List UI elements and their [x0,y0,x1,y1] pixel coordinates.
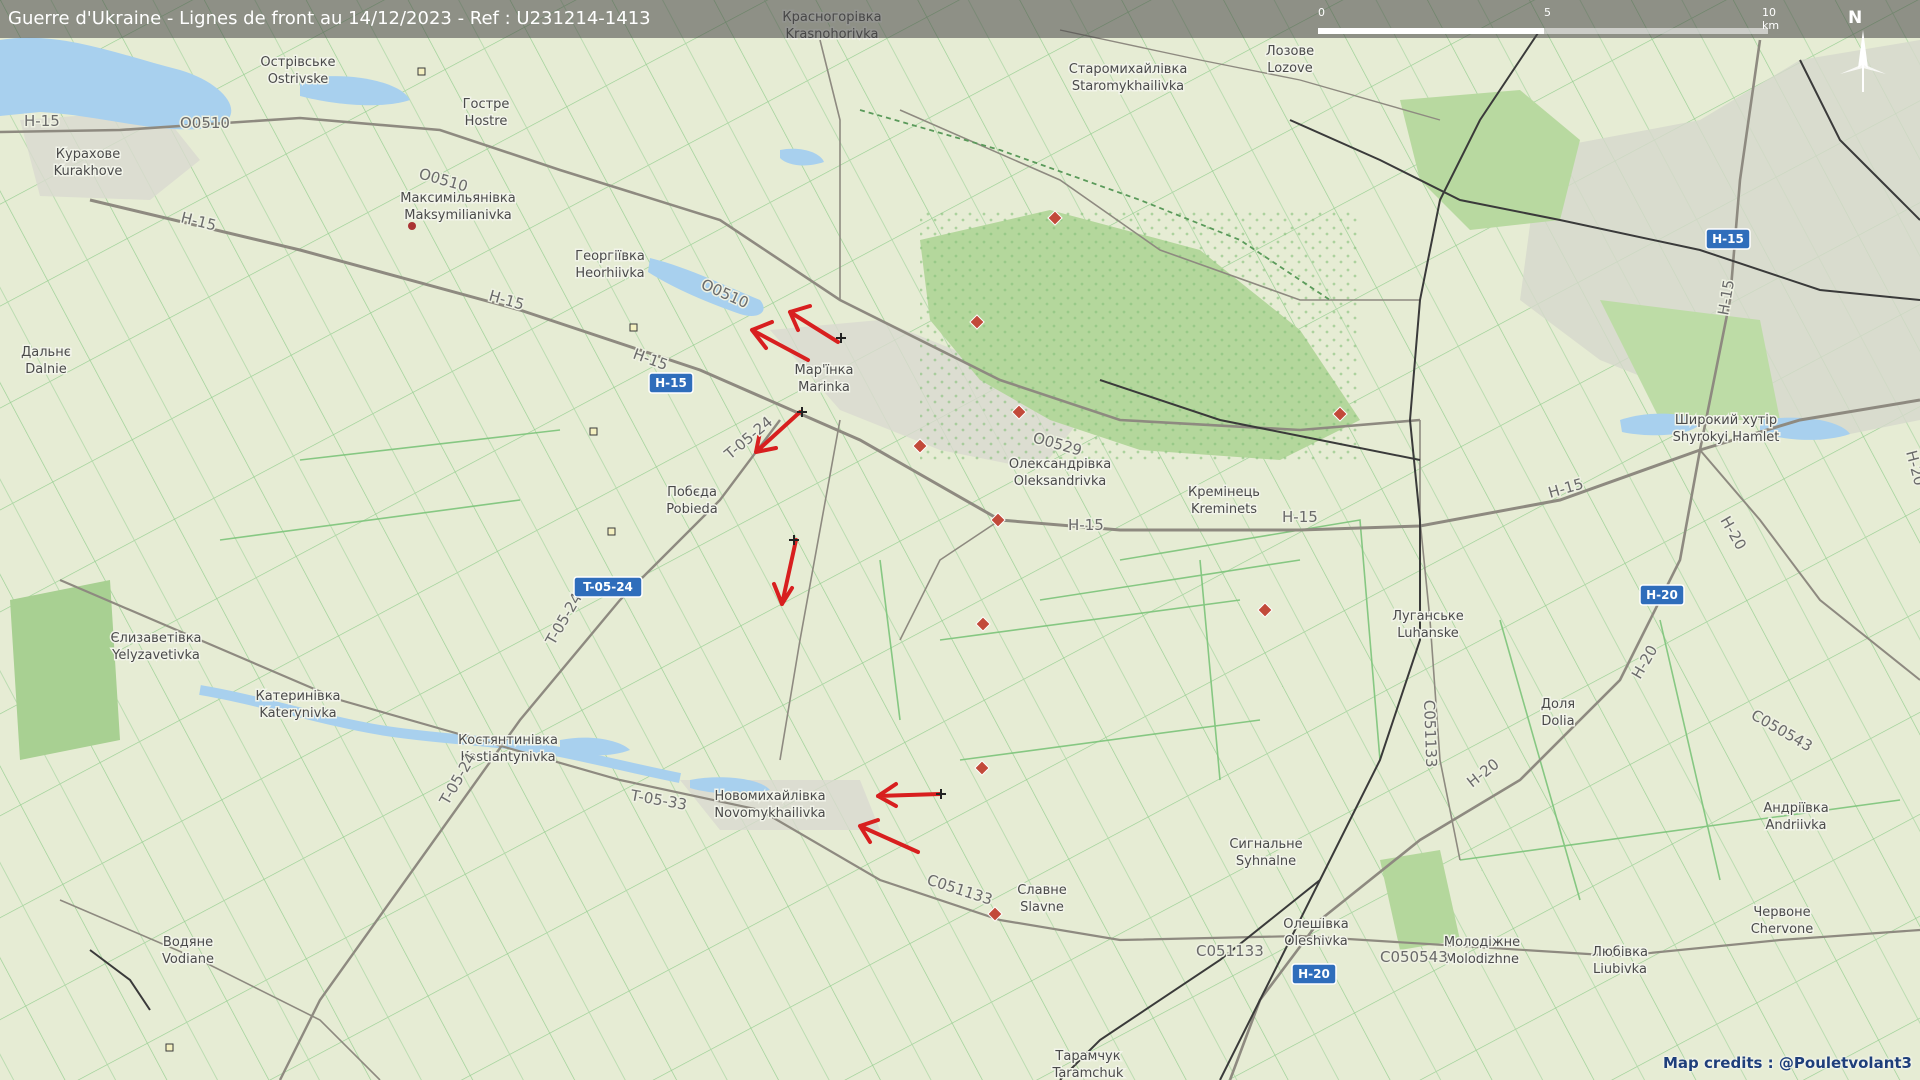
place-name-uk: Андріївка [1763,801,1828,816]
place-name-en: Staromykhailivka [1072,79,1184,94]
place-name-uk: Гостре [463,97,510,112]
place-name-uk: Острівське [260,55,335,70]
place-name-en: Pobieda [666,502,717,517]
place-name-uk: Луганське [1392,609,1463,624]
road-label: C050543 [1380,948,1448,966]
town-marker-maksymilianivka [408,222,416,230]
place-name-uk: Новомихайлівка [714,789,825,804]
road-label: O0510 [180,114,230,132]
place-name-uk: Старомихайлівка [1069,62,1188,77]
place-name-uk: Молодіжне [1444,935,1520,950]
place-name-en: Dolia [1541,714,1574,729]
compass-star-icon [1840,30,1886,92]
place-name-en: Marinka [798,380,850,395]
place-name-en: Oleksandrivka [1014,474,1107,489]
place-name-uk: Мар'їнка [795,363,854,378]
road-shield: H-15 [1705,228,1751,250]
north-label: N [1848,8,1863,28]
place-name-uk: Єлизаветівка [110,631,201,646]
place-name-en: Hostre [465,114,508,129]
place-name-uk: Дальнє [21,345,71,360]
road-shield-label: H-20 [1298,967,1330,981]
place-name-uk: Червоне [1753,905,1810,920]
place-name-en: Andriivka [1766,818,1827,833]
place-name-en: Yelyzavetivka [111,648,200,663]
place-name-uk: Доля [1541,697,1575,712]
place-name-en: Oleshivka [1284,934,1347,949]
road-shield-label: H-15 [1712,232,1744,246]
place-name-uk: Костянтинівка [458,733,558,748]
place-name-uk: Сигнальне [1229,837,1302,852]
forest-3 [10,580,120,760]
place-name-en: Vodiane [162,952,214,967]
place-name-en: Molodizhne [1445,952,1519,967]
place-name-en: Lozove [1267,61,1312,76]
map-credits: Map credits : @Pouletvolant3 [1663,1054,1912,1072]
road-shield: H-15 [648,372,694,394]
forest-texture [920,210,1360,460]
road-label: H-15 [1068,516,1104,534]
scale-label-0: 0 [1318,6,1325,19]
place-name-en: Katerynivka [259,706,336,721]
road-shield: T-05-24 [573,576,643,598]
place-name-en: Ostrivske [268,72,329,87]
road-label: H-15 [24,112,60,130]
road-shield-label: T-05-24 [583,580,633,594]
place-name-en: Chervone [1751,922,1814,937]
road-shield: H-20 [1291,963,1337,985]
place-name-uk: Широкий хутір [1675,413,1777,428]
place-name-en: Maksymilianivka [404,208,511,223]
scale-label-5: 5 [1544,6,1551,19]
road-label: C051133 [1420,700,1440,768]
place-name-en: Slavne [1020,900,1064,915]
place-name-uk: Курахове [56,147,120,162]
place-name-uk: Любівка [1592,945,1648,960]
place-name-uk: Водяне [163,935,213,950]
place-name-uk: Георгіївка [575,249,645,264]
scale-bar: 0 5 10 km [1318,6,1779,36]
place-name-en: Syhnalne [1236,854,1296,869]
road-shield-label: H-20 [1646,588,1678,602]
place-name-en: Liubivka [1593,962,1647,977]
place-name-en: Kurakhove [54,164,123,179]
place-name-uk: Катеринівка [255,689,340,704]
map-canvas[interactable]: Курахове Kurakhove Острівське Ostrivske Гост… [0,0,1920,1080]
place-name-uk: Олешівка [1283,917,1349,932]
place-name-en: Heorhiivka [575,266,644,281]
place-name-en: Taramchuk [1052,1066,1124,1080]
scale-segment-white [1318,28,1544,34]
place-name-en: Kreminets [1191,502,1257,517]
place-name-en: Novomykhailivka [714,806,825,821]
map-title: Guerre d'Ukraine - Lignes de front au 14… [8,8,651,29]
place-name-uk: Олександрівка [1009,457,1111,472]
place-name-uk: Лозове [1266,44,1314,59]
place-name-uk: Кремінець [1188,485,1260,500]
place-name-uk: Побєда [667,485,717,500]
place-name-uk: Тарамчук [1054,1049,1120,1064]
road-label: C051133 [1196,942,1264,960]
place-name-en: Shyrokyi Hamlet [1673,430,1780,445]
place-name-uk: Славне [1017,883,1067,898]
road-shield-label: H-15 [655,376,687,390]
place-name-en: Dalnie [25,362,66,377]
front-line-map[interactable]: Курахове Kurakhove Острівське Ostrivske Гост… [0,0,1920,1080]
place-name-en: Luhanske [1397,626,1459,641]
road-label: H-15 [1282,508,1318,526]
north-arrow: N [1820,8,1906,94]
road-shield: H-20 [1639,584,1685,606]
scale-segment-grey [1544,28,1768,34]
